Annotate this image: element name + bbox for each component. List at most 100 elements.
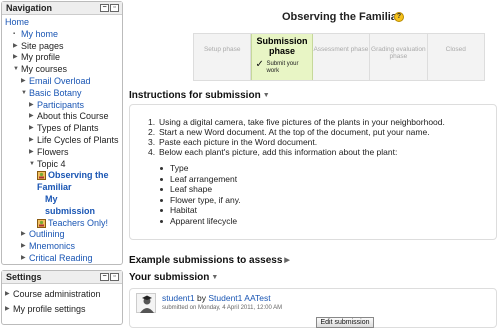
nav-item[interactable]: Home (5, 17, 29, 28)
nav-item[interactable]: ▼ My courses (13, 64, 67, 75)
nav-item[interactable]: ▶ Critical Reading (21, 253, 93, 264)
nav-item-label: My courses (21, 64, 68, 75)
instruction-step: 2. Start a new Word document. At the top … (148, 127, 430, 137)
phase-name: Assessment phase (313, 46, 369, 53)
nav-item[interactable]: ▶ Site pages (13, 41, 64, 52)
collapsed-arrow-icon: ▶ (5, 291, 10, 297)
submission-author-link[interactable]: Student1 AATest (208, 293, 270, 303)
settings-item[interactable]: ▶ My profile settings (5, 304, 86, 315)
plant-info-item: Type (160, 163, 241, 174)
expanded-arrow-icon: ▼ (13, 66, 19, 73)
nav-item-label: Life Cycles of Plants (37, 135, 119, 145)
submission-by: by (197, 293, 206, 303)
collapse-arrow-icon[interactable]: ▼ (211, 274, 218, 281)
nav-item-label: Teachers Only! (48, 217, 109, 228)
phase-name: Submission phase (256, 36, 308, 56)
collapsed-arrow-icon: ▶ (29, 101, 34, 108)
nav-item[interactable]: ▼ Topic 4 (29, 159, 66, 170)
navigation-title: Navigation (6, 3, 53, 13)
instruction-step-text: Using a digital camera, take five pictur… (159, 117, 445, 127)
nav-item[interactable]: Familiar (37, 182, 72, 193)
example-heading-text: Example submissions to assess (129, 255, 283, 266)
check-icon: ✓ (255, 59, 264, 70)
nav-item[interactable]: My (45, 194, 58, 205)
collapsed-arrow-icon: ▶ (21, 78, 26, 84)
activity-icon (37, 218, 46, 228)
nav-item[interactable]: ▶ Participants (29, 100, 84, 111)
instruction-steps: 1. Using a digital camera, take five pict… (148, 117, 445, 157)
navigation-header: Navigation − ▫ (2, 2, 122, 15)
nav-item-label: Participants (37, 99, 85, 110)
collapse-arrow-icon[interactable]: ▼ (263, 92, 270, 99)
bullet-icon: ▪ (13, 30, 16, 37)
nav-item[interactable]: ▶ Outlining (21, 229, 65, 240)
instructions-box: 1. Using a digital camera, take five pict… (129, 104, 497, 240)
nav-item[interactable]: ▼ Basic Botany (21, 88, 82, 99)
block-dock-icon[interactable]: ▫ (110, 4, 119, 12)
nav-item[interactable]: ▶ My profile (13, 52, 60, 63)
block-dock-icon[interactable]: ▫ (110, 273, 119, 281)
nav-item[interactable]: ▶ About this Course (29, 111, 109, 122)
phase-name: Grading evaluation phase (371, 46, 426, 60)
phase-task-label: Submit your work (266, 61, 299, 74)
submission-date: submitted on Monday, 4 April 2011, 12:00… (162, 305, 283, 311)
edit-submission-button[interactable]: Edit submission (316, 317, 374, 328)
instruction-step: 1. Using a digital camera, take five pict… (148, 117, 445, 127)
expand-arrow-icon[interactable]: ▶ (284, 256, 289, 264)
nav-item-label: Mnemonics (29, 241, 76, 252)
nav-item-label: My home (21, 28, 59, 39)
block-hide-icon[interactable]: − (100, 273, 109, 281)
plant-info-item: Flower type, if any. (160, 195, 241, 206)
instruction-step-text: Start a new Word document. At the top of… (159, 127, 430, 137)
phase-task[interactable]: ✓ Submit your work (255, 59, 300, 75)
phase-name: Setup phase (203, 46, 241, 53)
nav-item-label: My profile (21, 52, 61, 63)
submission-box: student1 by Student1 AATest submitted on… (129, 288, 497, 328)
nav-item[interactable]: Teachers Only! (37, 218, 108, 229)
nav-item[interactable]: ▶ Flowers (29, 147, 69, 158)
nav-item[interactable]: ▶ Types of Plants (29, 123, 99, 134)
instruction-step: 3. Paste each picture in the Word documen… (148, 137, 318, 147)
collapsed-arrow-icon: ▶ (21, 255, 26, 261)
block-hide-icon[interactable]: − (100, 4, 109, 12)
plant-info-list: Type Leaf arrangement Leaf shape Flower typ… (160, 163, 241, 226)
user-avatar-icon[interactable] (136, 293, 156, 313)
instructions-heading[interactable]: Instructions for submission ▼ (129, 90, 270, 101)
phase-cell: Closed (427, 34, 484, 80)
nav-item-label: submission (45, 205, 96, 216)
example-submissions-heading[interactable]: Example submissions to assess ▶ (129, 255, 290, 266)
nav-item[interactable]: ▶ Mnemonics (21, 241, 75, 252)
nav-item[interactable]: submission (45, 206, 95, 217)
navigation-block: Navigation − ▫ Home ▪ My home ▶ Site pages ▶ M… (1, 1, 123, 265)
settings-item[interactable]: ▶ Course administration (5, 289, 101, 300)
nav-item[interactable]: ▶ Life Cycles of Plants (29, 135, 119, 146)
your-submission-heading[interactable]: Your submission ▼ (129, 272, 218, 283)
submission-title-line: student1 by Student1 AATest (162, 293, 271, 303)
phase-name: Closed (445, 46, 466, 53)
submission-title-link[interactable]: student1 (162, 293, 195, 303)
expanded-arrow-icon: ▼ (21, 89, 27, 96)
collapsed-arrow-icon: ▶ (29, 148, 34, 155)
nav-item[interactable]: ▪ My home (13, 29, 58, 40)
nav-item[interactable]: Observing the (37, 170, 109, 181)
nav-item-label: Types of Plants (37, 123, 99, 134)
collapsed-arrow-icon: ▶ (29, 113, 34, 120)
nav-item-label: My (45, 194, 58, 204)
nav-item[interactable]: ▶ Email Overload (21, 76, 91, 87)
nav-item-label: Email Overload (29, 76, 91, 86)
settings-header: Settings − ▫ (2, 271, 122, 284)
plant-info-item: Leaf shape (160, 184, 241, 195)
nav-item-label: Home (5, 17, 30, 27)
settings-item-label: Course administration (13, 289, 101, 299)
help-icon[interactable]: ? (394, 12, 404, 22)
instruction-step-text: Paste each picture in the Word document. (159, 137, 318, 147)
nav-item-label: Basic Botany (29, 87, 82, 98)
phase-table: Setup phase Submission phase ✓ Submit your … (193, 33, 485, 81)
collapsed-arrow-icon: ▶ (21, 231, 26, 238)
phase-cell: Submission phase ✓ Submit your work (251, 34, 313, 80)
nav-item-label: Observing the (48, 170, 109, 181)
nav-item-label: Familiar (37, 182, 72, 193)
settings-item-label: My profile settings (13, 304, 86, 314)
plant-info-item: Leaf arrangement (160, 174, 241, 185)
activity-icon (37, 171, 46, 181)
